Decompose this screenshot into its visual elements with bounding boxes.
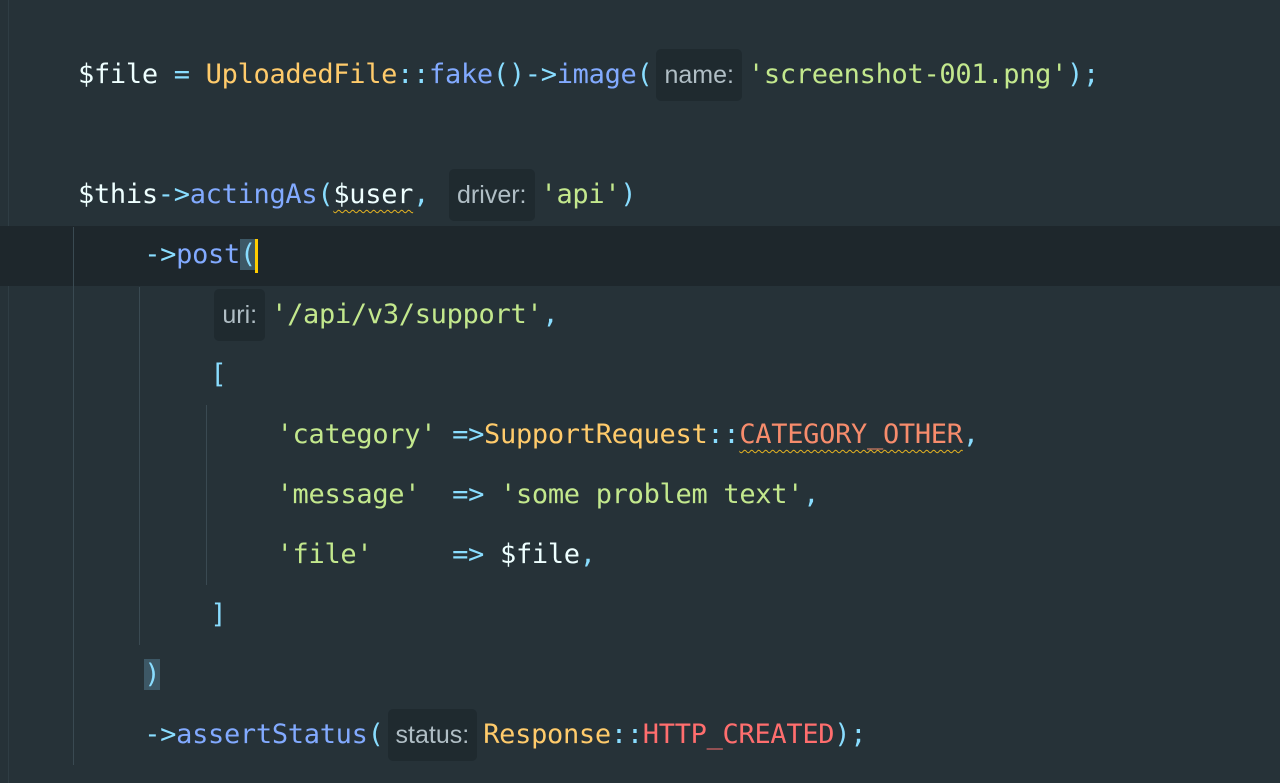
indent-guide [206, 405, 207, 585]
code-token: ); [1067, 59, 1099, 90]
code-token: post [176, 239, 240, 270]
parameter-hint: driver: [449, 169, 535, 221]
code-token: ()-> [492, 59, 557, 90]
code-token: ] [210, 599, 227, 630]
code-token: , [413, 179, 446, 210]
parameter-hint: uri: [214, 289, 266, 341]
parameter-hint: status: [387, 709, 478, 761]
code-token: :: [397, 59, 430, 90]
code-line[interactable]: 'category' =>SupportRequest::CATEGORY_OT… [277, 405, 979, 465]
code-line[interactable]: [ [210, 345, 226, 405]
code-token: ( [239, 239, 256, 270]
code-token: 'api' [540, 179, 621, 210]
code-token: image [556, 59, 637, 90]
code-token: UploadedFile [205, 59, 398, 90]
code-token: :: [707, 419, 740, 450]
code-token: 'file' [276, 539, 373, 570]
code-token: fake [429, 59, 493, 90]
code-token: , [542, 299, 559, 330]
code-token: -> [144, 239, 177, 270]
code-token: $file [499, 539, 580, 570]
code-token: 'some problem text' [499, 479, 804, 510]
code-line[interactable]: 'file' => $file, [277, 525, 596, 585]
code-token: = [157, 59, 206, 90]
code-token: ) [144, 659, 161, 690]
code-token: ( [636, 59, 653, 90]
code-token: $file [78, 59, 158, 90]
code-line[interactable]: ] [210, 585, 226, 645]
code-token: ( [367, 719, 384, 750]
code-token: Response [483, 719, 611, 750]
code-token: $user [333, 179, 414, 210]
parameter-hint: name: [656, 49, 742, 101]
code-token: :: [610, 719, 643, 750]
code-token: 'message' [276, 479, 421, 510]
code-token: ); [834, 719, 867, 750]
code-token: -> [144, 719, 177, 750]
code-token: CATEGORY_OTHER [739, 419, 963, 450]
code-token: $this [78, 179, 158, 210]
gutter-border [8, 0, 9, 783]
code-token: , [962, 419, 979, 450]
code-line[interactable]: ->assertStatus(status: Response::HTTP_CRE… [144, 705, 866, 765]
code-token: 'category' [276, 419, 437, 450]
code-token: 'screenshot-001.png' [747, 59, 1068, 90]
code-token: , [579, 539, 596, 570]
code-token: [ [210, 359, 227, 390]
code-token: actingAs [189, 179, 318, 210]
code-line[interactable]: uri: '/api/v3/support', [210, 285, 559, 345]
code-line[interactable]: $file = UploadedFile::fake()->image(name… [78, 45, 1099, 105]
code-token: HTTP_CREATED [642, 719, 835, 750]
indent-guide [73, 227, 74, 765]
code-token: => [420, 479, 500, 510]
code-line[interactable]: 'message' => 'some problem text', [277, 465, 820, 525]
code-token: ) [620, 179, 637, 210]
code-token: ( [317, 179, 334, 210]
code-token: => [372, 539, 500, 570]
code-token: => [436, 419, 485, 450]
code-token: SupportRequest [484, 419, 708, 450]
code-token: , [803, 479, 820, 510]
code-token: '/api/v3/support' [271, 299, 543, 330]
code-line[interactable]: ->post( [144, 225, 258, 285]
indent-guide [139, 287, 140, 645]
code-line[interactable]: $this->actingAs($user, driver:'api') [78, 165, 637, 225]
code-token: assertStatus [176, 719, 368, 750]
code-line[interactable]: ) [144, 645, 160, 705]
code-token: -> [157, 179, 190, 210]
text-caret [254, 238, 258, 273]
